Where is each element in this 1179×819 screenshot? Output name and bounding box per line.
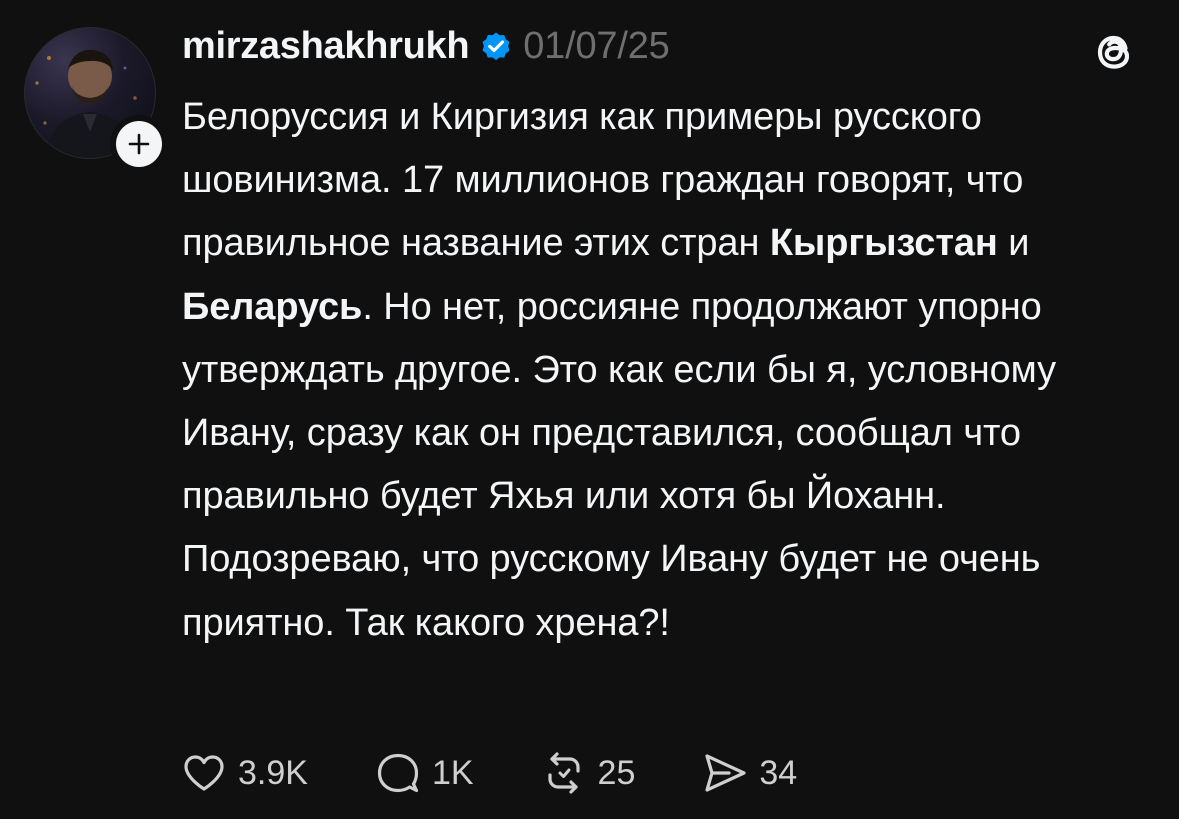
post-header: mirzashakhrukh 01/07/25 [182, 20, 670, 72]
repost-count: 25 [597, 753, 636, 792]
threads-logo-icon[interactable] [1086, 24, 1142, 80]
repost-icon [547, 752, 580, 794]
post-actions: 3.9K 1K 25 34 [180, 746, 863, 800]
repost-button[interactable]: 25 [540, 749, 636, 797]
follow-button[interactable] [110, 115, 168, 173]
follow-button-inner [116, 121, 162, 167]
username-link[interactable]: mirzashakhrukh [182, 25, 470, 68]
reply-count: 1K [431, 753, 474, 792]
verified-badge-icon [479, 29, 513, 63]
plus-icon [128, 133, 150, 155]
heart-icon [184, 755, 224, 791]
reply-button[interactable]: 1K [374, 749, 474, 797]
post-body-text-3: . Но нет, россияне продолжают упорно утв… [182, 285, 1057, 644]
avatar-container[interactable] [24, 27, 168, 173]
like-count: 3.9K [238, 753, 308, 792]
post-body-text-2: и [997, 222, 1030, 265]
post-date: 01/07/25 [523, 24, 670, 67]
share-button[interactable]: 34 [701, 749, 797, 797]
post-body: Белоруссия и Киргизия как примеры русско… [182, 86, 1157, 655]
post-body-bold-belarus: Беларусь [182, 285, 363, 328]
send-icon [705, 754, 746, 792]
post-body-bold-kyrgyzstan: Кыргызстан [769, 222, 998, 265]
like-button[interactable]: 3.9K [180, 749, 308, 797]
comment-icon [377, 753, 419, 793]
thread-post: mirzashakhrukh 01/07/25 Белоруссия и Кир… [0, 0, 1179, 819]
share-count: 34 [759, 753, 798, 792]
